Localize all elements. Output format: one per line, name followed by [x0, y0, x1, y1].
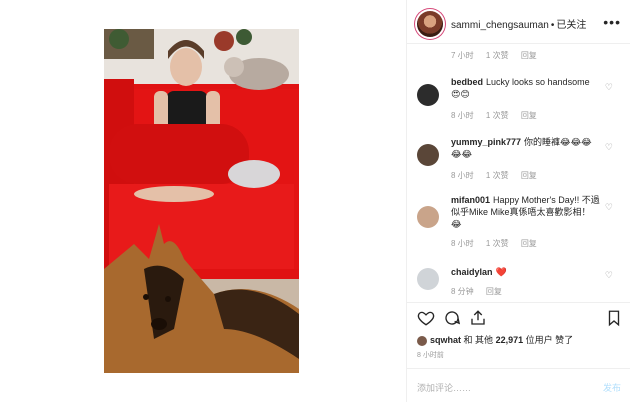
comment-meta: 8 分钟 回复: [451, 286, 512, 297]
comment-like-icon[interactable]: ♡: [605, 270, 613, 281]
comment-time: 7 小时: [451, 51, 474, 60]
comment-list: 7 小时 1 次赞 回复 bedbed Lucky looks so handso…: [407, 44, 630, 302]
commenter-avatar[interactable]: [417, 144, 439, 166]
comment-meta: 8 小时 1 次赞 回复: [451, 110, 547, 121]
post-comment-button[interactable]: 发布: [603, 381, 621, 394]
comment-reply[interactable]: 回复: [521, 171, 537, 180]
comment-reply[interactable]: 回复: [521, 51, 537, 60]
post-timestamp: 8 小时前: [417, 352, 444, 359]
comment-likes[interactable]: 1 次赞: [486, 171, 509, 180]
add-comment-bar: 添加评论…… 发布: [407, 368, 630, 402]
liker-avatar[interactable]: [417, 335, 427, 346]
comment-reply[interactable]: 回复: [521, 239, 537, 248]
comment-like-icon[interactable]: ♡: [605, 82, 613, 93]
comment-icon[interactable]: [443, 309, 461, 327]
follow-status[interactable]: 已关注: [556, 20, 586, 31]
comment-reply[interactable]: 回复: [486, 287, 502, 296]
share-icon[interactable]: [469, 309, 487, 327]
likes-summary: sqwhat 和 其他 22,971 位用户 赞了: [417, 333, 573, 346]
likes-suffix: 位用户 赞了: [525, 335, 574, 345]
author-line: sammi_chengsauman • 已关注: [451, 16, 586, 31]
post-header: sammi_chengsauman • 已关注 •••: [407, 0, 630, 44]
comment-body: yummy_pink777 你的睡褲😂😂😂😂😂: [451, 136, 601, 160]
author-avatar[interactable]: [417, 11, 443, 37]
separator-dot: •: [550, 20, 555, 31]
post-sidebar: sammi_chengsauman • 已关注 ••• 7 小时 1 次赞 回复 b…: [406, 0, 630, 402]
author-username[interactable]: sammi_chengsauman: [451, 20, 549, 31]
comment-reply[interactable]: 回复: [521, 111, 537, 120]
commenter-avatar[interactable]: [417, 206, 439, 228]
comment-input[interactable]: 添加评论……: [417, 381, 471, 394]
comment-meta: 8 小时 1 次赞 回复: [451, 238, 547, 249]
comment-like-icon[interactable]: ♡: [605, 202, 613, 213]
comment-body: mifan001 Happy Mother's Day!! 不過似乎Mike Mi…: [451, 194, 601, 230]
commenter-avatar[interactable]: [417, 268, 439, 290]
comment-time: 8 小时: [451, 111, 474, 120]
comment-likes[interactable]: 1 次赞: [486, 51, 509, 60]
comment-meta: 7 小时 1 次赞 回复: [451, 50, 547, 61]
bookmark-icon[interactable]: [605, 309, 623, 327]
comment-time: 8 小时: [451, 239, 474, 248]
comment-meta: 8 小时 1 次赞 回复: [451, 170, 547, 181]
post-photo: [104, 29, 299, 373]
post-actions: [407, 302, 630, 332]
comment-likes[interactable]: 1 次赞: [486, 239, 509, 248]
commenter-username[interactable]: mifan001: [451, 195, 490, 205]
liker-username[interactable]: sqwhat: [430, 335, 461, 345]
comment-likes[interactable]: 1 次赞: [486, 111, 509, 120]
commenter-avatar[interactable]: [417, 84, 439, 106]
more-options-icon[interactable]: •••: [603, 14, 621, 30]
comment-text: ❤️: [495, 267, 507, 277]
comment-time: 8 小时: [451, 171, 474, 180]
comment-body: bedbed Lucky looks so handsome 😍😊: [451, 76, 601, 100]
comment-time: 8 分钟: [451, 287, 474, 296]
comment-body: chaidylan ❤️: [451, 266, 601, 278]
commenter-username[interactable]: chaidylan: [451, 267, 493, 277]
likes-count[interactable]: 22,971: [496, 335, 524, 345]
heart-icon[interactable]: [417, 309, 435, 327]
commenter-username[interactable]: yummy_pink777: [451, 137, 521, 147]
likes-and-others: 和 其他: [463, 335, 494, 345]
commenter-username[interactable]: bedbed: [451, 77, 483, 87]
comment-like-icon[interactable]: ♡: [605, 142, 613, 153]
